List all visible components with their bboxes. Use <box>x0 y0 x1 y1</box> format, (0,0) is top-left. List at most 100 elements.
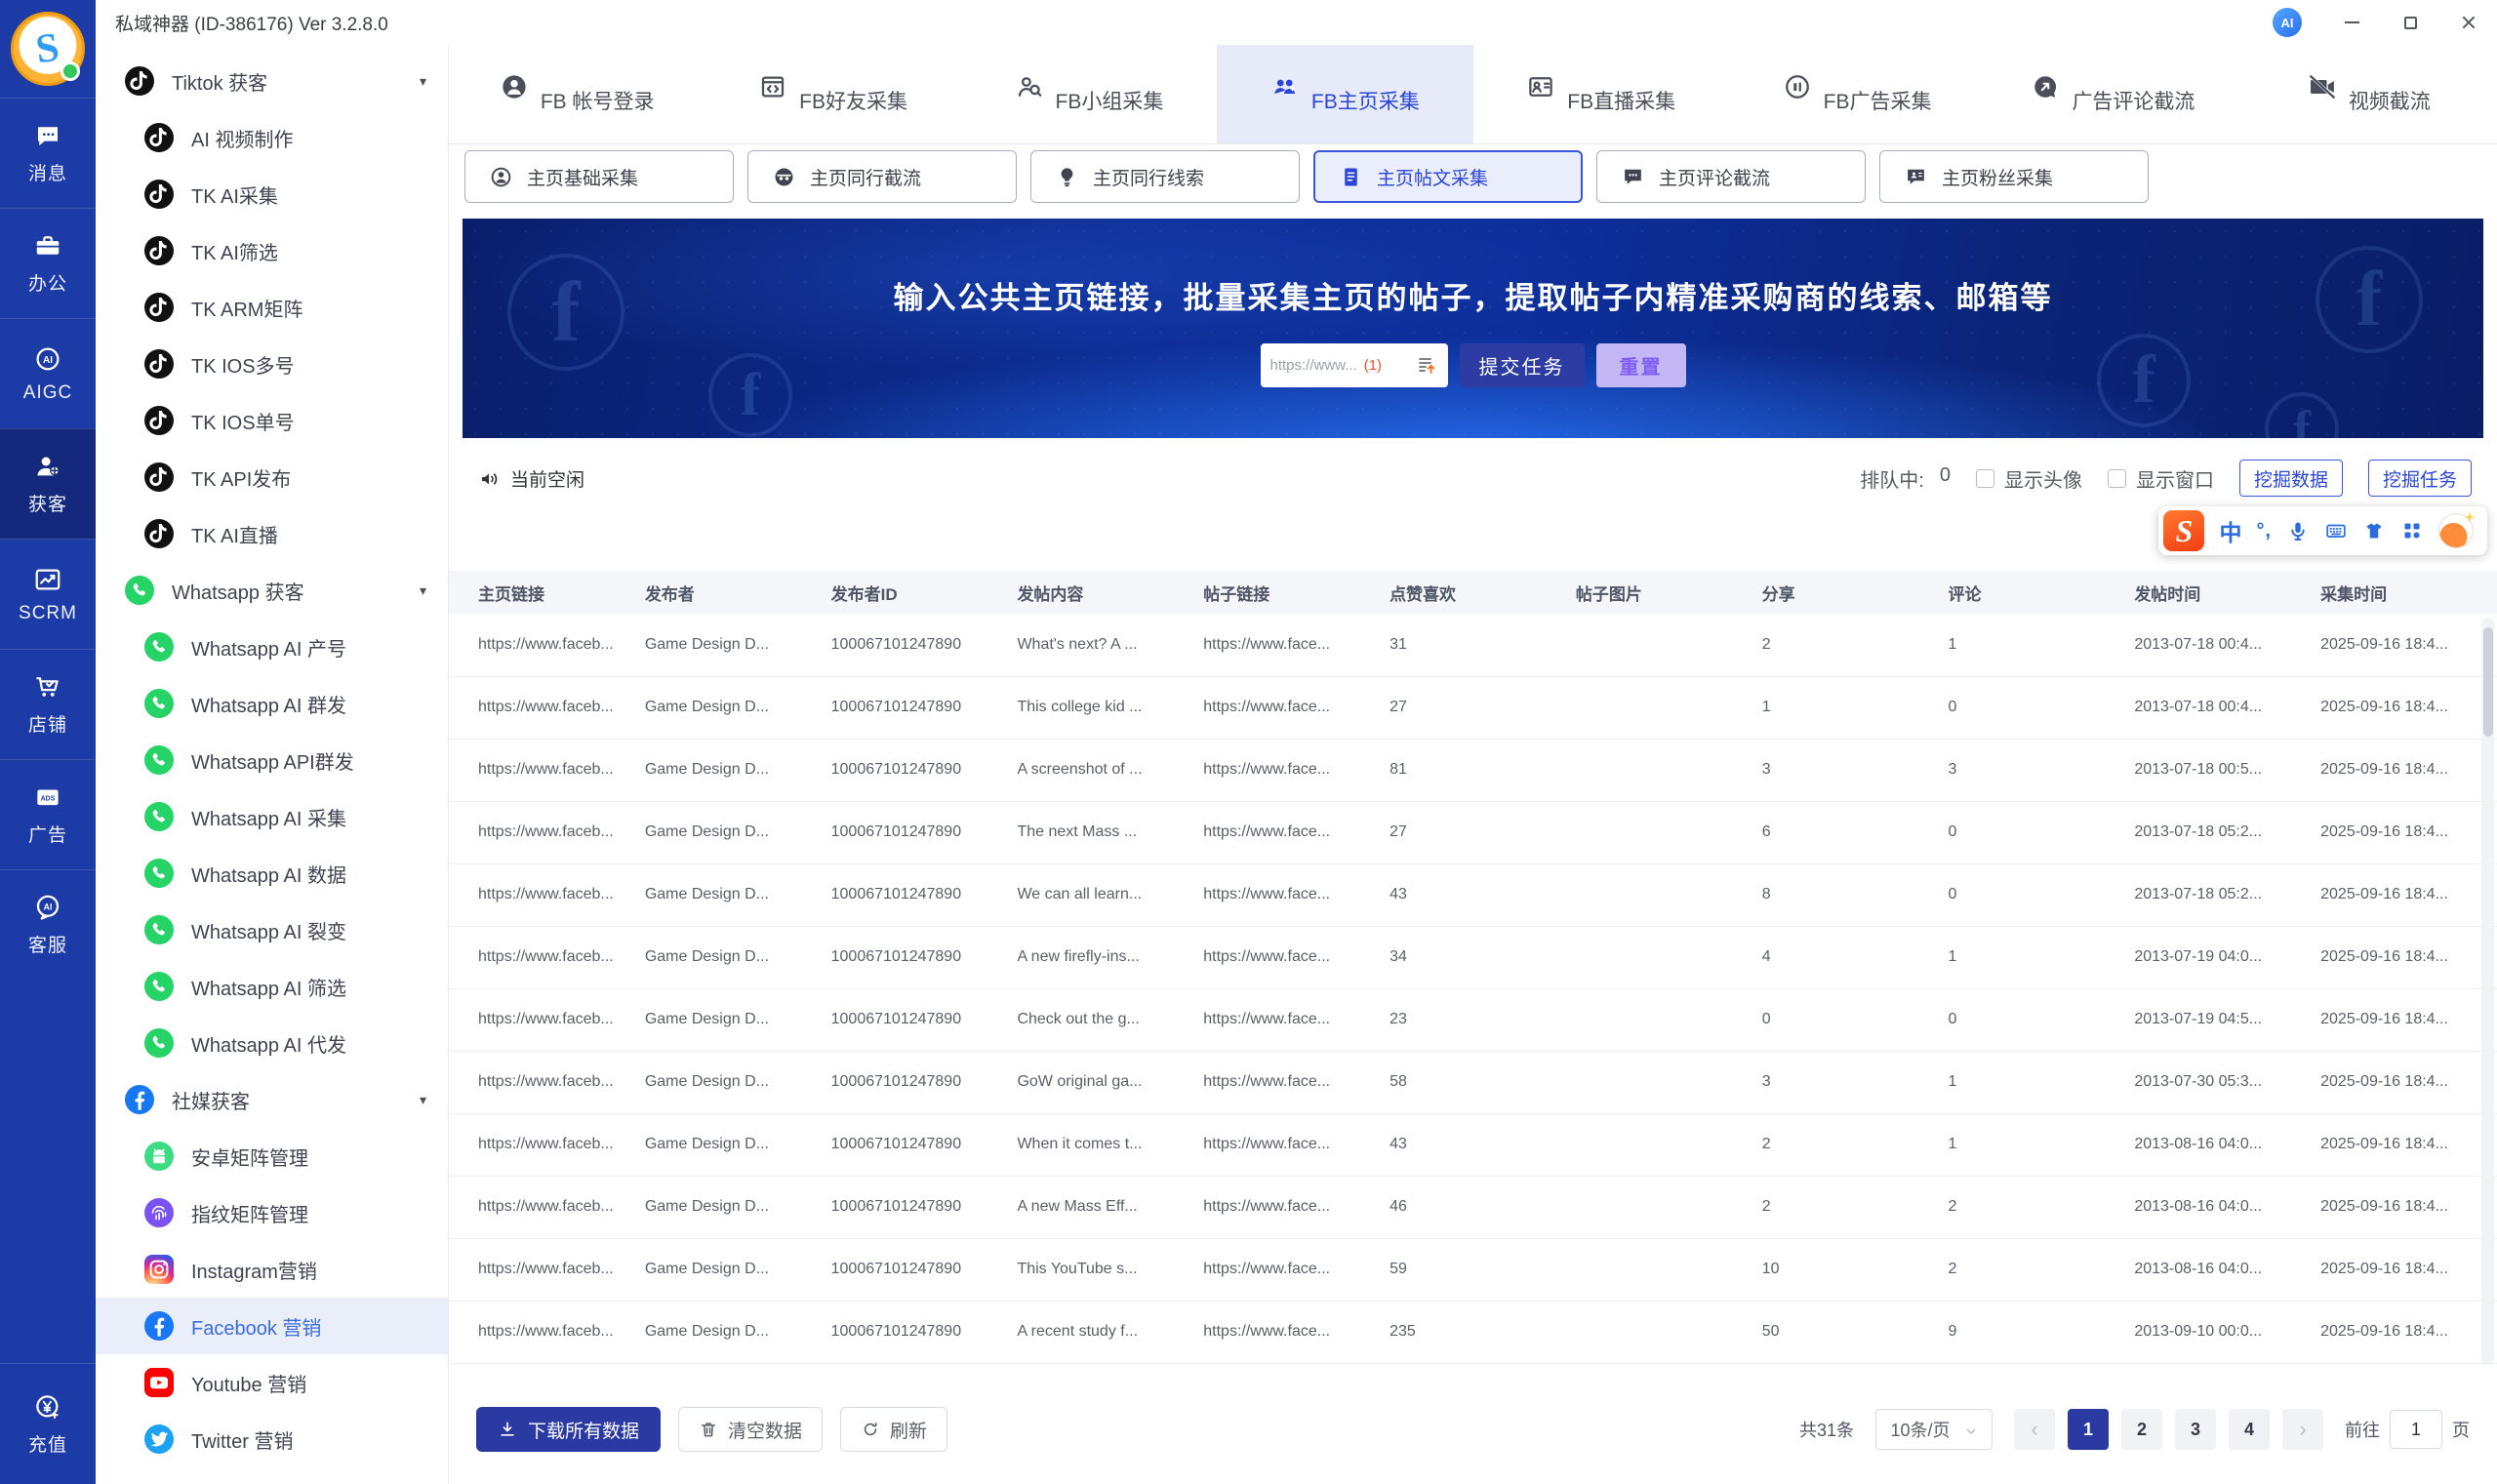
column-header-comments[interactable]: 评论 <box>1938 571 2125 614</box>
goto-page-input[interactable] <box>2390 1410 2442 1449</box>
sidebar-item-wa-api-mass[interactable]: Whatsapp API群发 <box>96 732 448 788</box>
import-list-icon[interactable] <box>1415 354 1438 378</box>
column-header-publisher[interactable]: 发布者 <box>634 571 822 614</box>
sidebar-item-wa-ai-data[interactable]: Whatsapp AI 数据 <box>96 845 448 902</box>
table-row[interactable]: https://www.faceb... Game Design D... 1000… <box>449 1301 2497 1364</box>
sidebar-item-android-matrix[interactable]: 安卓矩阵管理 <box>96 1128 448 1184</box>
sidebar-item-tk-arm-matrix[interactable]: TK ARM矩阵 <box>96 279 448 336</box>
column-header-likes[interactable]: 点赞喜欢 <box>1380 571 1566 614</box>
page-size-select[interactable]: 10条/页 <box>1875 1409 1993 1450</box>
sidebar-item-fingerprint-matrix[interactable]: 指纹矩阵管理 <box>96 1184 448 1241</box>
sidebar-item-facebook-marketing[interactable]: Facebook 营销 <box>96 1298 448 1354</box>
toolbox-grid-icon[interactable] <box>2400 519 2424 542</box>
subtab-peer-intercept[interactable]: 主页同行截流 <box>747 150 1017 203</box>
page-button-1[interactable]: 1 <box>2068 1409 2109 1450</box>
tab-fb-ads[interactable]: FB广告采集 <box>1729 45 1985 143</box>
tab-fb-login[interactable]: FB 帐号登录 <box>449 45 705 143</box>
page-button-4[interactable]: 4 <box>2229 1409 2270 1450</box>
column-header-link[interactable]: 主页链接 <box>449 571 635 614</box>
sidebar-item-whatsapp-group[interactable]: Whatsapp 获客 ▾ <box>96 562 448 619</box>
tab-ad-comment[interactable]: 广告评论截流 <box>1985 45 2240 143</box>
subtab-peer-leads[interactable]: 主页同行线索 <box>1030 150 1300 203</box>
subtab-fans-collect[interactable]: 主页粉丝采集 <box>1879 150 2149 203</box>
subtab-comment-intercept[interactable]: 主页评论截流 <box>1596 150 1866 203</box>
skin-icon[interactable] <box>2362 519 2386 542</box>
clear-data-button[interactable]: 清空数据 <box>678 1407 824 1452</box>
tab-video-intercept[interactable]: 视频截流 <box>2241 45 2497 143</box>
minimize-button[interactable] <box>2343 14 2360 31</box>
column-header-image[interactable]: 帖子图片 <box>1565 571 1752 614</box>
sogou-logo-icon[interactable]: S <box>2163 510 2205 551</box>
sidebar-item-wa-ai-fission[interactable]: Whatsapp AI 裂变 <box>96 902 448 958</box>
table-row[interactable]: https://www.faceb... Game Design D... 1000… <box>449 739 2497 802</box>
subtab-page-posts[interactable]: 主页帖文采集 <box>1313 150 1583 203</box>
sidebar-item-tk-ios-single[interactable]: TK IOS单号 <box>96 392 448 449</box>
sidebar-item-tk-api-publish[interactable]: TK API发布 <box>96 449 448 505</box>
sidebar-item-instagram-marketing[interactable]: Instagram营销 <box>96 1241 448 1298</box>
rail-item-shop[interactable]: 店铺 <box>0 649 96 759</box>
rail-item-aigc[interactable]: AI AIGC <box>0 318 96 428</box>
table-row[interactable]: https://www.faceb... Game Design D... 1000… <box>449 801 2497 864</box>
rail-item-service[interactable]: AI 客服 <box>0 869 96 980</box>
sidebar-item-tiktok-group[interactable]: Tiktok 获客 ▾ <box>96 53 448 109</box>
page-button-2[interactable]: 2 <box>2121 1409 2162 1450</box>
next-page-button[interactable]: › <box>2282 1409 2323 1450</box>
table-row[interactable]: https://www.faceb... Game Design D... 1000… <box>449 1176 2497 1239</box>
rail-item-acquire[interactable]: 获客 <box>0 428 96 539</box>
table-row[interactable]: https://www.faceb... Game Design D... 1000… <box>449 988 2497 1052</box>
show-window-checkbox[interactable]: 显示窗口 <box>2107 464 2214 493</box>
sidebar-item-wa-ai-collect[interactable]: Whatsapp AI 采集 <box>96 788 448 845</box>
table-row[interactable]: https://www.faceb... Game Design D... 1000… <box>449 863 2497 927</box>
reset-button[interactable]: 重置 <box>1595 343 1686 387</box>
ime-punctuation-toggle[interactable]: °, <box>2256 520 2272 542</box>
tab-fb-friends[interactable]: FB好友采集 <box>705 45 960 143</box>
sidebar-item-ai-video[interactable]: AI 视频制作 <box>96 109 448 166</box>
table-row[interactable]: https://www.faceb... Game Design D... 1000… <box>449 926 2497 989</box>
rail-item-recharge[interactable]: 充值 <box>0 1363 96 1484</box>
mine-task-button[interactable]: 挖掘任务 <box>2367 460 2472 497</box>
sidebar-item-youtube-marketing[interactable]: Youtube 营销 <box>96 1354 448 1411</box>
sidebar-item-wa-ai-mass[interactable]: Whatsapp AI 群发 <box>96 675 448 732</box>
download-all-button[interactable]: 下载所有数据 <box>476 1407 662 1452</box>
scrollbar-thumb[interactable] <box>2482 627 2493 737</box>
table-row[interactable]: https://www.faceb... Game Design D... 1000… <box>449 1051 2497 1114</box>
maximize-button[interactable] <box>2401 14 2419 31</box>
rail-item-scrm[interactable]: SCRM <box>0 539 96 649</box>
page-button-3[interactable]: 3 <box>2175 1409 2216 1450</box>
keyboard-icon[interactable] <box>2324 519 2348 542</box>
sidebar-item-wa-ai-account[interactable]: Whatsapp AI 产号 <box>96 619 448 675</box>
prev-page-button[interactable]: ‹ <box>2014 1409 2055 1450</box>
rail-item-messages[interactable]: 消息 <box>0 98 96 208</box>
submit-task-button[interactable]: 提交任务 <box>1459 343 1585 387</box>
sidebar-item-twitter-marketing[interactable]: Twitter 营销 <box>96 1411 448 1467</box>
ime-emoji-icon[interactable] <box>2438 513 2474 548</box>
sidebar-item-wa-ai-filter[interactable]: Whatsapp AI 筛选 <box>96 958 448 1015</box>
table-row[interactable]: https://www.faceb... Game Design D... 1000… <box>449 614 2497 677</box>
table-row[interactable]: https://www.faceb... Game Design D... 1000… <box>449 676 2497 740</box>
sidebar-item-tk-ai-filter[interactable]: TK AI筛选 <box>96 222 448 279</box>
sidebar-item-tk-ios-multi[interactable]: TK IOS多号 <box>96 336 448 392</box>
subtab-page-basic[interactable]: 主页基础采集 <box>464 150 734 203</box>
table-row[interactable]: https://www.faceb... Game Design D... 1000… <box>449 1113 2497 1177</box>
sidebar-item-tk-ai-collect[interactable]: TK AI采集 <box>96 166 448 222</box>
tab-fb-live[interactable]: FB直播采集 <box>1473 45 1729 143</box>
tab-fb-pages[interactable]: FB主页采集 <box>1217 45 1473 143</box>
microphone-icon[interactable] <box>2286 519 2310 542</box>
sidebar-item-social-group[interactable]: 社媒获客 ▾ <box>96 1071 448 1128</box>
page-url-input[interactable]: https://www... (1) <box>1260 343 1448 387</box>
rail-item-office[interactable]: 办公 <box>0 208 96 318</box>
sidebar-item-tk-ai-live[interactable]: TK AI直播 <box>96 505 448 562</box>
tab-fb-groups[interactable]: FB小组采集 <box>961 45 1217 143</box>
table-scrollbar[interactable] <box>2481 618 2494 1365</box>
ime-language-toggle[interactable]: 中 <box>2219 514 2241 547</box>
refresh-button[interactable]: 刷新 <box>840 1407 948 1452</box>
column-header-post_link[interactable]: 帖子链接 <box>1193 571 1381 614</box>
close-button[interactable] <box>2460 14 2477 31</box>
sidebar-item-wa-ai-proxy[interactable]: Whatsapp AI 代发 <box>96 1015 448 1071</box>
column-header-post_time[interactable]: 发帖时间 <box>2124 571 2312 614</box>
table-row[interactable]: https://www.faceb... Game Design D... 1000… <box>449 1238 2497 1302</box>
rail-item-ads[interactable]: ADS 广告 <box>0 759 96 869</box>
column-header-publisher_id[interactable]: 发布者ID <box>821 571 1008 614</box>
column-header-collect_time[interactable]: 采集时间 <box>2311 571 2497 614</box>
show-avatar-checkbox[interactable]: 显示头像 <box>1975 464 2082 493</box>
